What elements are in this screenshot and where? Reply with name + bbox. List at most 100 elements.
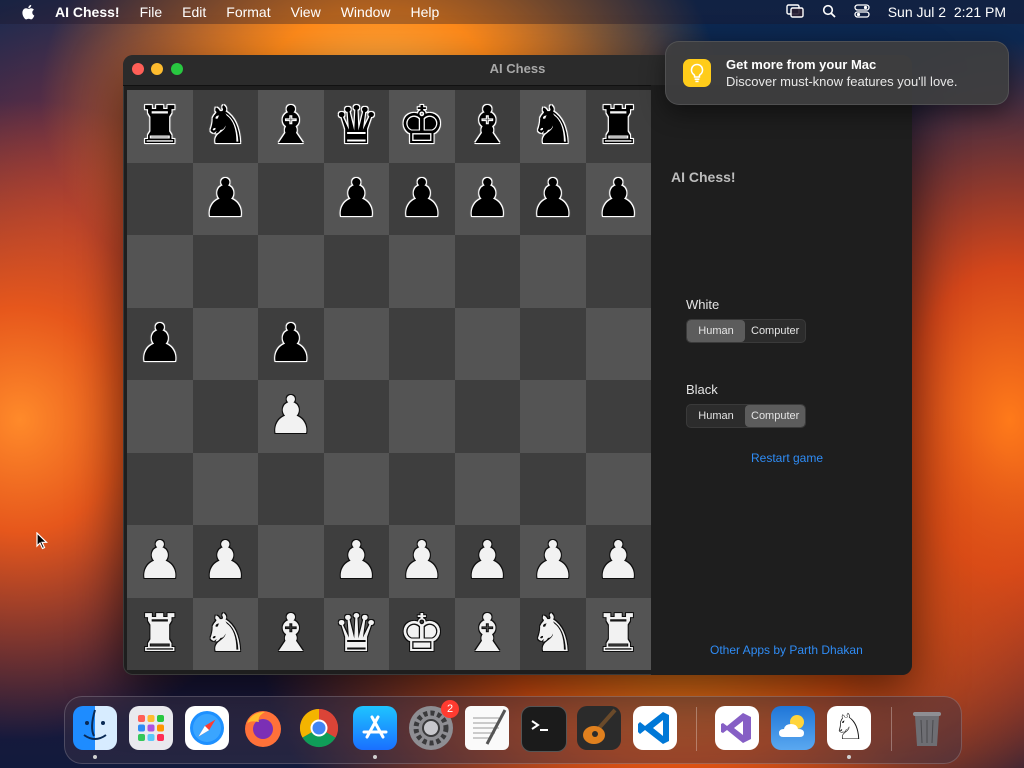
square-c4[interactable]: ♟ [258,380,324,453]
square-f5[interactable] [454,307,520,380]
square-c2[interactable] [258,525,324,598]
square-f6[interactable] [454,235,520,308]
square-g6[interactable] [520,235,586,308]
visual-studio-icon[interactable] [715,706,759,750]
square-d2[interactable]: ♟ [323,525,389,598]
white-human-option[interactable]: Human [687,320,745,342]
menu-file[interactable]: File [130,0,173,24]
terminal-icon[interactable] [521,706,567,752]
square-f1[interactable]: ♝ [454,597,520,670]
black-rook-icon[interactable]: ♜ [595,100,642,152]
black-human-option[interactable]: Human [687,405,745,427]
black-pawn-icon[interactable]: ♟ [267,318,314,370]
black-knight-icon[interactable]: ♞ [529,100,576,152]
black-queen-icon[interactable]: ♛ [333,100,380,152]
square-h6[interactable] [585,235,651,308]
other-apps-link[interactable]: Other Apps by Parth Dhakan [710,643,863,657]
square-a3[interactable] [127,452,193,525]
square-a7[interactable] [127,162,193,235]
square-b3[interactable] [192,452,258,525]
chrome-icon[interactable] [297,706,341,750]
square-h5[interactable] [585,307,651,380]
square-a6[interactable] [127,235,193,308]
black-rook-icon[interactable]: ♜ [136,100,183,152]
square-h4[interactable] [585,380,651,453]
app-store-icon[interactable] [353,706,397,750]
square-a4[interactable] [127,380,193,453]
white-rook-icon[interactable]: ♜ [136,608,183,660]
system-settings-icon[interactable]: 2 [409,700,459,750]
square-b1[interactable]: ♞ [192,597,258,670]
menu-view[interactable]: View [281,0,331,24]
finder-icon[interactable] [73,706,117,750]
apple-icon[interactable] [20,4,36,20]
black-pawn-icon[interactable]: ♟ [136,318,183,370]
menu-app-name[interactable]: AI Chess! [50,0,130,24]
square-e2[interactable]: ♟ [389,525,455,598]
square-f2[interactable]: ♟ [454,525,520,598]
square-a1[interactable]: ♜ [127,597,193,670]
square-e6[interactable] [389,235,455,308]
square-g7[interactable]: ♟ [520,162,586,235]
black-pawn-icon[interactable]: ♟ [202,173,249,225]
menu-window[interactable]: Window [331,0,401,24]
square-h8[interactable]: ♜ [585,90,651,163]
menu-edit[interactable]: Edit [172,0,216,24]
square-b2[interactable]: ♟ [192,525,258,598]
square-g4[interactable] [520,380,586,453]
vscode-icon[interactable] [633,706,677,750]
white-queen-icon[interactable]: ♛ [333,608,380,660]
spotlight-search-icon[interactable] [822,4,836,21]
chess-knight-icon[interactable]: ♘ [827,706,871,750]
black-pawn-icon[interactable]: ♟ [529,173,576,225]
square-e4[interactable] [389,380,455,453]
white-computer-option[interactable]: Computer [745,320,805,342]
menu-format[interactable]: Format [216,0,280,24]
black-knight-icon[interactable]: ♞ [202,100,249,152]
square-d7[interactable]: ♟ [323,162,389,235]
square-h2[interactable]: ♟ [585,525,651,598]
square-g8[interactable]: ♞ [520,90,586,163]
square-e7[interactable]: ♟ [389,162,455,235]
white-pawn-icon[interactable]: ♟ [464,535,511,587]
square-e3[interactable] [389,452,455,525]
square-c3[interactable] [258,452,324,525]
menu-clock[interactable]: Sun Jul 2 2:21 PM [888,4,1006,20]
safari-icon[interactable] [185,706,229,750]
restart-game-link[interactable]: Restart game [751,451,823,465]
black-king-icon[interactable]: ♚ [398,100,445,152]
screen-mirroring-icon[interactable] [786,3,804,21]
square-g1[interactable]: ♞ [520,597,586,670]
square-e1[interactable]: ♚ [389,597,455,670]
white-pawn-icon[interactable]: ♟ [529,535,576,587]
white-knight-icon[interactable]: ♞ [202,608,249,660]
square-d4[interactable] [323,380,389,453]
black-pawn-icon[interactable]: ♟ [464,173,511,225]
black-computer-option[interactable]: Computer [745,405,805,427]
white-bishop-icon[interactable]: ♝ [267,608,314,660]
square-b4[interactable] [192,380,258,453]
square-h7[interactable]: ♟ [585,162,651,235]
square-b7[interactable]: ♟ [192,162,258,235]
square-a5[interactable]: ♟ [127,307,193,380]
square-g5[interactable] [520,307,586,380]
white-king-icon[interactable]: ♚ [398,608,445,660]
menu-help[interactable]: Help [401,0,450,24]
square-d8[interactable]: ♛ [323,90,389,163]
square-f4[interactable] [454,380,520,453]
weather-icon[interactable] [771,706,815,750]
control-center-icon[interactable] [854,3,870,21]
square-d1[interactable]: ♛ [323,597,389,670]
white-pawn-icon[interactable]: ♟ [267,390,314,442]
black-pawn-icon[interactable]: ♟ [398,173,445,225]
square-d3[interactable] [323,452,389,525]
white-pawn-icon[interactable]: ♟ [136,535,183,587]
white-pawn-icon[interactable]: ♟ [595,535,642,587]
chess-board[interactable]: ♜ ♞ ♝ ♛ ♚ ♝ ♞ ♜ ♟ ♟ ♟ ♟ ♟ ♟ ♟ ♟ ♟ ♟ ♟ ♟ ♟ ♟ ♟ ♟ ♜ ♞ ♝ ♛ ♚ ♝ ♞ ♜ [127,90,651,670]
white-knight-icon[interactable]: ♞ [529,608,576,660]
white-pawn-icon[interactable]: ♟ [333,535,380,587]
square-f7[interactable]: ♟ [454,162,520,235]
white-pawn-icon[interactable]: ♟ [398,535,445,587]
firefox-icon[interactable] [241,706,285,750]
square-b5[interactable] [192,307,258,380]
